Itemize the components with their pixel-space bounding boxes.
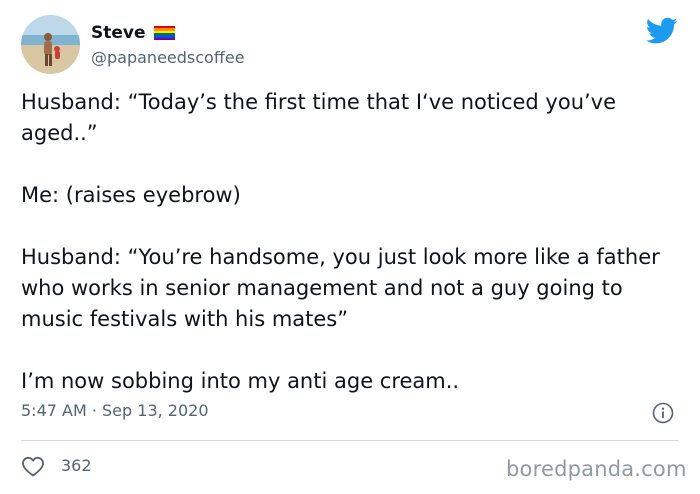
tweet-timestamp[interactable]: 5:47 AM · Sep 13, 2020: [21, 400, 209, 422]
tweet-paragraph: Me: (raises eyebrow): [21, 183, 241, 207]
like-button[interactable]: 362: [21, 455, 92, 477]
author-handle[interactable]: @papaneedscoffee: [91, 47, 245, 69]
tweet-card: Steve @papaneedscoffee Husband: “Today’s…: [0, 0, 700, 494]
tweet-text: Husband: “Today’s the first time that I‘…: [21, 87, 689, 397]
info-icon[interactable]: [652, 402, 674, 424]
tweet-paragraph: I’m now sobbing into my anti age cream..: [21, 369, 460, 393]
avatar[interactable]: [21, 15, 80, 74]
watermark: boredpanda.com: [506, 457, 687, 481]
divider: [21, 440, 678, 441]
tweet-paragraph: Husband: “Today’s the first time that I‘…: [21, 90, 617, 145]
tweet-paragraph: Husband: “You’re handsome, you just look…: [21, 245, 660, 331]
heart-icon: [22, 456, 44, 477]
flag-stripe-purple: [154, 37, 175, 40]
like-count: 362: [61, 456, 92, 475]
twitter-bird-icon[interactable]: [645, 17, 678, 45]
rainbow-flag-icon: [154, 26, 175, 40]
author-display-name[interactable]: Steve: [91, 22, 146, 44]
